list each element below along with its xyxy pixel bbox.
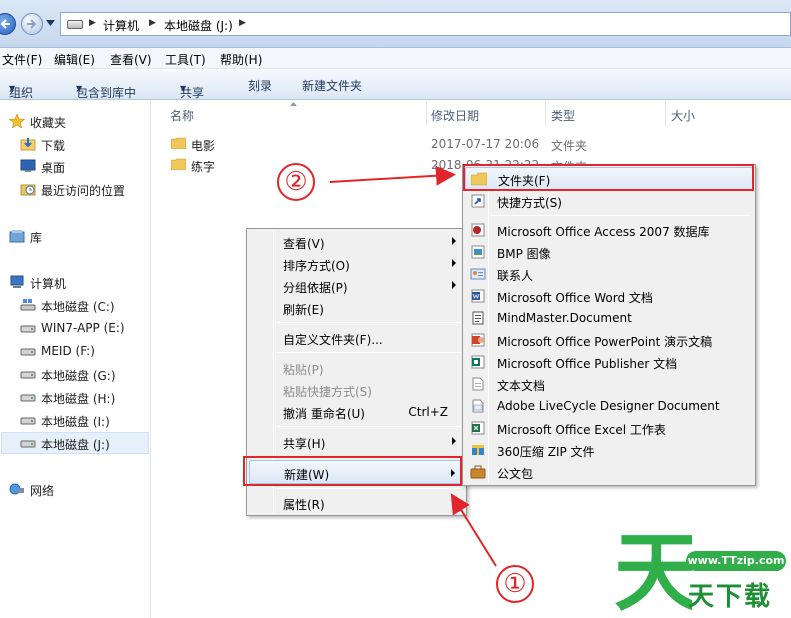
watermark-url: www.TTzip.com (686, 551, 786, 571)
arrow-to-folder (329, 165, 456, 186)
arrow-to-new (450, 493, 497, 567)
callout-step-one: ① (496, 565, 534, 603)
callout-step-two: ② (277, 163, 315, 201)
watermark-logo-mark: 天 (614, 523, 692, 614)
watermark-logo-char: 天 (614, 523, 692, 614)
watermark-logo: 天 www.TTzip.com 天下载 (612, 518, 791, 618)
watermark-site-name: 天下载 (688, 582, 773, 612)
